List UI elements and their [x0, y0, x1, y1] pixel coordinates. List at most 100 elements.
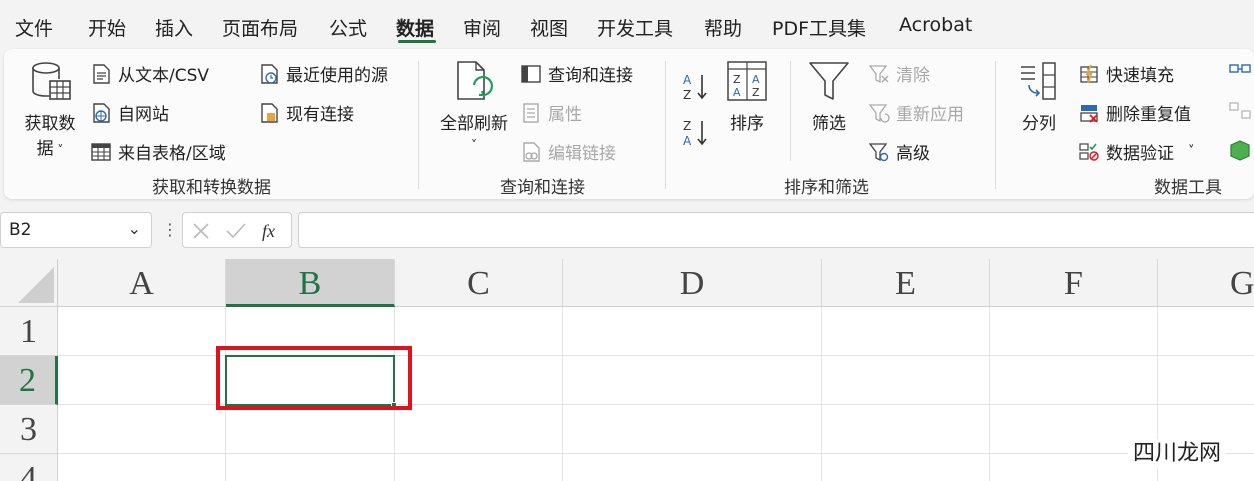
enter-icon[interactable] — [225, 221, 247, 241]
refresh-all-button[interactable]: 全部刷新 ˅ — [432, 59, 516, 154]
insert-function-icon[interactable]: fx — [261, 219, 285, 243]
cell-a4[interactable] — [58, 454, 226, 481]
tab-home[interactable]: 开始 — [88, 14, 126, 41]
more-options-icon[interactable]: ⋮ — [162, 220, 178, 239]
properties-button[interactable]: 属性 — [520, 100, 582, 125]
queries-connections-label: 查询和连接 — [548, 66, 633, 86]
tab-page-layout[interactable]: 页面布局 — [222, 14, 298, 41]
from-text-csv-button[interactable]: 从文本/CSV — [90, 61, 209, 86]
cell-d3[interactable] — [563, 405, 822, 454]
cell-e3[interactable] — [822, 405, 990, 454]
column-header-c[interactable]: C — [395, 259, 563, 307]
filter-button[interactable]: 筛选 — [804, 59, 854, 134]
clear-filter-button[interactable]: 清除 — [868, 61, 930, 86]
relationships-icon[interactable] — [1228, 101, 1252, 121]
column-header-e[interactable]: E — [822, 259, 990, 307]
cell-a3[interactable] — [58, 405, 226, 454]
column-header-b[interactable]: B — [226, 259, 395, 307]
cell-c3[interactable] — [395, 405, 563, 454]
recent-sources-button[interactable]: 最近使用的源 — [258, 61, 388, 86]
cell-f2[interactable] — [990, 356, 1158, 405]
connection-file-icon — [261, 102, 278, 123]
row-header-3[interactable]: 3 — [0, 405, 58, 454]
row-header-1[interactable]: 1 — [0, 307, 58, 356]
cell-a2[interactable] — [58, 356, 226, 405]
tab-pdf-tools[interactable]: PDF工具集 — [772, 14, 866, 41]
cell-d2[interactable] — [563, 356, 822, 405]
cell-g2[interactable] — [1158, 356, 1254, 405]
tab-acrobat[interactable]: Acrobat — [899, 14, 972, 36]
tab-formulas[interactable]: 公式 — [329, 14, 367, 41]
flash-fill-button[interactable]: 快速填充 — [1078, 61, 1174, 86]
tab-developer[interactable]: 开发工具 — [597, 14, 673, 41]
cell-a1[interactable] — [58, 307, 226, 356]
row-header-2[interactable]: 2 — [0, 356, 58, 405]
svg-text:A: A — [733, 86, 741, 99]
sort-z-to-a-button[interactable]: Z A — [682, 117, 710, 149]
properties-icon — [523, 102, 539, 123]
cell-e1[interactable] — [822, 307, 990, 356]
data-validation-button[interactable]: 数据验证 ˅ — [1078, 139, 1195, 164]
tab-help[interactable]: 帮助 — [704, 14, 742, 41]
existing-connections-button[interactable]: 现有连接 — [258, 100, 354, 125]
tab-view[interactable]: 视图 — [530, 14, 568, 41]
clear-filter-icon — [868, 64, 889, 83]
cancel-icon[interactable] — [191, 221, 211, 241]
formula-input[interactable] — [298, 212, 1254, 248]
ribbon-tab-bar: 文件 开始 插入 页面布局 公式 数据 审阅 视图 开发工具 帮助 PDF工具集… — [0, 0, 1254, 48]
group-separator — [418, 61, 419, 189]
tab-review[interactable]: 审阅 — [463, 14, 501, 41]
from-table-range-button[interactable]: 来自表格/区域 — [90, 139, 226, 164]
select-all-button[interactable] — [0, 259, 58, 307]
row-header-4[interactable]: 4 — [0, 454, 58, 481]
edit-links-button[interactable]: 编辑链接 — [520, 139, 616, 164]
group-label-sort-filter: 排序和筛选 — [784, 178, 869, 198]
from-web-label: 自网站 — [118, 105, 169, 125]
cell-b4[interactable] — [226, 454, 395, 481]
reapply-filter-icon — [868, 103, 890, 123]
column-header-a[interactable]: A — [58, 259, 226, 307]
worksheet-grid[interactable]: A B C D E F G 1 2 3 4 — [0, 259, 1254, 481]
cell-g1[interactable] — [1158, 307, 1254, 356]
formula-controls: fx — [182, 212, 292, 248]
text-to-columns-button[interactable]: 分列 — [1012, 59, 1066, 134]
tab-data[interactable]: 数据 — [396, 14, 434, 41]
cell-b3[interactable] — [226, 405, 395, 454]
cell-d4[interactable] — [563, 454, 822, 481]
existing-connections-label: 现有连接 — [286, 105, 354, 125]
cell-c4[interactable] — [395, 454, 563, 481]
cell-c2[interactable] — [395, 356, 563, 405]
sort-button[interactable]: Z A A Z 排序 — [722, 59, 772, 134]
tab-insert[interactable]: 插入 — [155, 14, 193, 41]
cell-e2[interactable] — [822, 356, 990, 405]
data-model-icon[interactable] — [1228, 139, 1252, 161]
chevron-down-icon[interactable]: ⌄ — [128, 219, 141, 238]
cell-f1[interactable] — [990, 307, 1158, 356]
properties-label: 属性 — [548, 105, 582, 125]
queries-connections-button[interactable]: 查询和连接 — [520, 61, 633, 86]
sort-a-to-z-button[interactable]: A Z — [682, 71, 710, 103]
column-header-f[interactable]: F — [990, 259, 1158, 307]
svg-text:Z: Z — [683, 88, 691, 102]
cell-d1[interactable] — [563, 307, 822, 356]
get-data-label-2: 据 — [36, 139, 54, 159]
column-header-g[interactable]: G — [1158, 259, 1254, 307]
database-icon — [32, 62, 71, 100]
group-label-get-transform: 获取和转换数据 — [152, 178, 271, 198]
svg-text:Z: Z — [683, 119, 691, 133]
data-validation-icon — [1079, 142, 1099, 161]
from-web-button[interactable]: 自网站 — [90, 100, 169, 125]
remove-duplicates-button[interactable]: 删除重复值 — [1078, 100, 1191, 125]
cell-c1[interactable] — [395, 307, 563, 356]
get-data-label-1: 获取数 — [24, 114, 76, 134]
reapply-button[interactable]: 重新应用 — [868, 100, 964, 125]
active-tab-indicator — [398, 40, 436, 43]
flash-fill-icon — [1080, 64, 1098, 83]
get-data-button[interactable]: 获取数 据 ˅ — [18, 59, 82, 159]
consolidate-icon[interactable] — [1228, 63, 1252, 83]
cell-e4[interactable] — [822, 454, 990, 481]
column-header-d[interactable]: D — [563, 259, 822, 307]
advanced-filter-button[interactable]: 高级 — [868, 139, 930, 164]
name-box[interactable]: B2 ⌄ — [0, 212, 152, 248]
tab-file[interactable]: 文件 — [15, 14, 53, 41]
